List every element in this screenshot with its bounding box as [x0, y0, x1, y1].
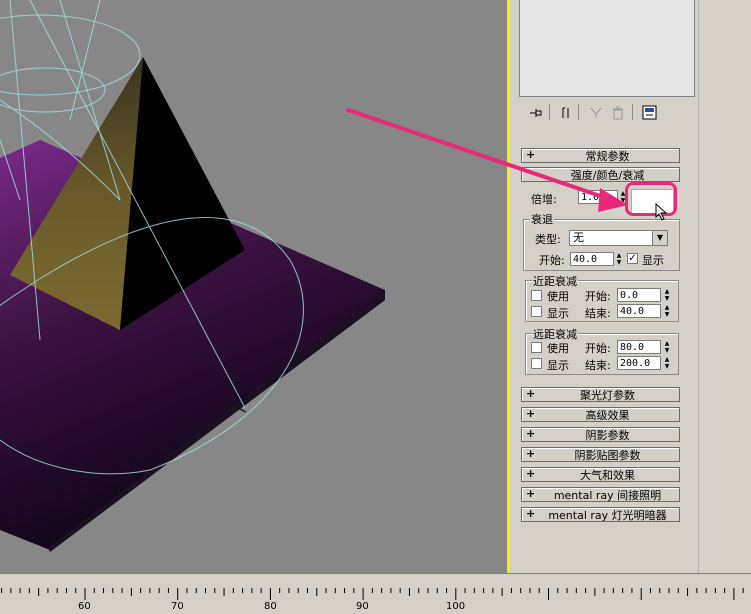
ruler-label-60: 60 [78, 601, 91, 612]
decay-type-label: 类型: [535, 233, 561, 246]
decay-show-label: 显示 [642, 254, 664, 267]
far-use-label: 使用 [547, 342, 569, 355]
pin-icon[interactable] [526, 103, 546, 123]
rollout-shadow-map-params[interactable]: + 阴影贴图参数 [521, 447, 680, 462]
command-panel: + 常规参数 − 强度/颜色/衰减 倍增: 1.0 ▲ ▼ 衰退 类型: 无 ▼ … [510, 0, 751, 573]
near-show-label: 显示 [547, 307, 569, 320]
multiplier-input[interactable]: 1.0 [578, 190, 618, 204]
rollout-shadow-params[interactable]: + 阴影参数 [521, 427, 680, 442]
mouse-cursor-icon [655, 203, 668, 221]
far-show-label: 显示 [547, 359, 569, 372]
near-end-spinner[interactable]: ▲ ▼ [663, 304, 671, 318]
rollout-general-params[interactable]: + 常规参数 [521, 148, 680, 163]
modifier-toolbar [518, 100, 698, 126]
viewport-perspective[interactable] [0, 0, 509, 573]
rollout-intensity-color-attenuation[interactable]: − 强度/颜色/衰减 [521, 166, 680, 182]
rollout-spotlight-params[interactable]: + 聚光灯参数 [521, 387, 680, 402]
scene-render [0, 0, 385, 552]
modifier-stack-list[interactable] [519, 0, 695, 97]
far-end-input[interactable]: 200.0 [617, 356, 661, 370]
near-end-label: 结束: [585, 307, 611, 320]
highlight-box [625, 182, 677, 216]
timeline-ruler[interactable]: 60 70 80 90 100 [0, 573, 751, 614]
decay-group-title: 衰退 [530, 211, 554, 227]
chevron-down-icon: ▼ [652, 231, 667, 245]
near-use-checkbox[interactable] [531, 290, 542, 301]
far-show-checkbox[interactable] [531, 358, 542, 369]
far-end-spinner[interactable]: ▲ ▼ [663, 356, 671, 370]
decay-start-input[interactable]: 40.0 [570, 252, 614, 266]
rollout-mr-light-shader[interactable]: + mental ray 灯光明暗器 [521, 507, 680, 522]
ruler-ticks [1, 588, 744, 600]
collapse-icon: − [527, 166, 537, 179]
near-attenuation-title: 近距衰减 [532, 273, 578, 289]
far-use-checkbox[interactable] [531, 342, 542, 353]
far-end-label: 结束: [585, 359, 611, 372]
rollout-mr-indirect-illumination[interactable]: + mental ray 间接照明 [521, 487, 680, 502]
expand-icon: + [526, 148, 536, 161]
ruler-label-70: 70 [171, 601, 184, 612]
far-start-spinner[interactable]: ▲ ▼ [663, 340, 671, 354]
panel-scrollbar[interactable] [698, 0, 713, 573]
near-start-label: 开始: [585, 290, 611, 303]
near-start-input[interactable]: 0.0 [617, 288, 661, 302]
ruler-label-80: 80 [264, 601, 277, 612]
near-use-label: 使用 [547, 290, 569, 303]
decay-type-dropdown[interactable]: 无 ▼ [569, 230, 668, 246]
multiplier-label: 倍增: [531, 193, 557, 206]
near-end-input[interactable]: 40.0 [617, 304, 661, 318]
decay-start-label: 开始: [539, 254, 565, 267]
decay-show-checkbox[interactable]: ✓ [627, 253, 638, 264]
trash-icon[interactable] [608, 103, 628, 123]
near-start-spinner[interactable]: ▲ ▼ [663, 288, 671, 302]
far-start-label: 开始: [585, 342, 611, 355]
near-show-checkbox[interactable] [531, 306, 542, 317]
configure-icon[interactable] [640, 103, 660, 123]
rollout-advanced-effects[interactable]: + 高级效果 [521, 407, 680, 422]
ruler-label-100: 100 [446, 601, 466, 612]
funnel-icon[interactable] [586, 103, 606, 123]
rollout-atmospheres-effects[interactable]: + 大气和效果 [521, 467, 680, 482]
decay-start-spinner[interactable]: ▲ ▼ [615, 252, 623, 266]
far-start-input[interactable]: 80.0 [617, 340, 661, 354]
stack-icon[interactable] [556, 103, 576, 123]
ruler-label-90: 90 [356, 601, 369, 612]
